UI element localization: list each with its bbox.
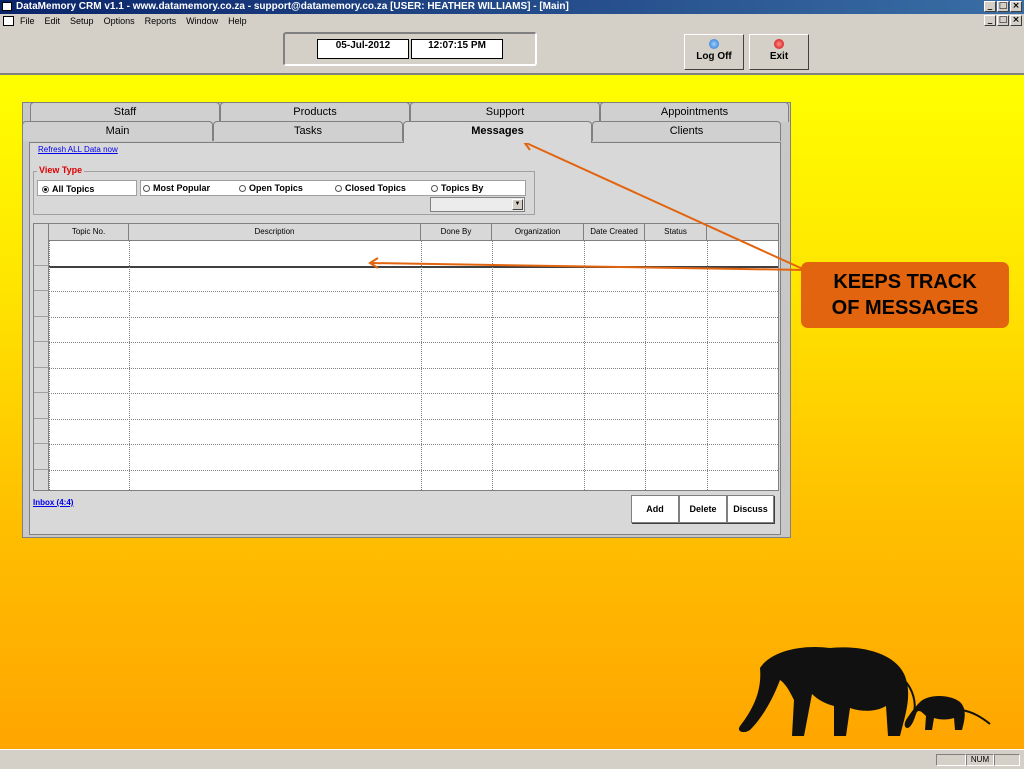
tab-messages[interactable]: Messages — [403, 121, 592, 143]
annotation-overlay — [368, 140, 991, 736]
status-panel — [994, 754, 1020, 766]
num-lock-indicator: NUM — [966, 754, 994, 766]
arrow-to-grid — [369, 262, 806, 271]
elephants-illustration — [738, 646, 991, 736]
status-panel — [936, 754, 966, 766]
baby-elephant-tail — [961, 709, 991, 725]
status-bar: NUM — [0, 749, 1024, 769]
callout-arrows — [368, 140, 806, 271]
adult-elephant — [738, 646, 909, 736]
arrow-to-messages-tab — [523, 141, 806, 271]
